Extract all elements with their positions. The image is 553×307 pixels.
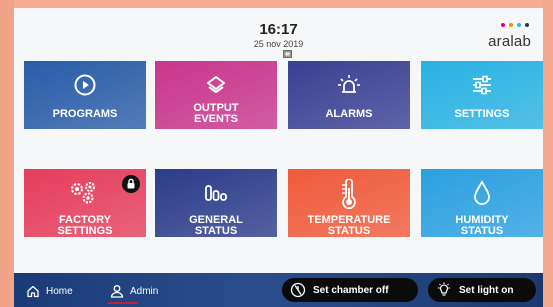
tile-label: EVENTS [193,113,238,125]
touch-screen: 16:17 25 nov 2019 aralab PROGRAMS OUTPUT… [14,8,543,307]
thermometer-icon [342,179,356,209]
bottom-nav-bar: Home Admin Set chamber off Set light on [14,273,543,307]
layers-icon [207,76,225,93]
tile-label: SETTINGS [57,225,113,237]
humidity-status-tile[interactable]: HUMIDITY STATUS [421,169,543,237]
bar-chart-icon [205,185,227,201]
sliders-icon [473,75,491,95]
tile-label: STATUS [460,225,504,237]
set-chamber-off-label: Set chamber off [313,284,389,296]
set-light-on-label: Set light on [459,284,514,296]
clock-time: 16:17 [259,21,298,38]
tile-label: ALARMS [325,107,373,120]
brand-dots [497,23,529,27]
home-label: Home [46,285,73,297]
power-off-icon [290,282,306,298]
alarm-light-icon [338,75,360,93]
home-icon [27,285,39,298]
brand-dot [517,23,521,27]
tile-label: SETTINGS [454,107,510,120]
clock-date: 25 nov 2019 [253,39,304,49]
settings-tile[interactable]: SETTINGS [421,61,543,129]
play-circle-icon [74,74,96,96]
tile-label: STATUS [194,225,238,237]
brand-dot [525,23,529,27]
set-chamber-off-button[interactable]: Set chamber off [282,278,418,302]
tile-label: PROGRAMS [52,107,118,120]
admin-active-indicator [108,302,138,304]
usb-icon [283,50,292,58]
header-bar: 16:17 25 nov 2019 aralab [14,8,543,58]
photo-background-left [0,0,14,307]
alarms-tile[interactable]: ALARMS [288,61,410,129]
light-bulb-icon [438,282,450,296]
brand-name: aralab [488,33,531,50]
admin-button[interactable]: Admin [110,283,158,299]
photo-background-top [0,0,553,8]
programs-tile[interactable]: PROGRAMS [24,61,146,129]
factory-settings-tile[interactable]: FACTORY SETTINGS [24,169,146,237]
photo-background-right [543,0,553,307]
tile-label: STATUS [327,225,371,237]
admin-label: Admin [130,285,159,297]
temperature-status-tile[interactable]: TEMPERATURE STATUS [288,169,410,237]
home-button[interactable]: Home [26,283,73,299]
output-events-tile[interactable]: OUTPUT EVENTS [155,61,277,129]
set-light-on-button[interactable]: Set light on [428,278,536,302]
brand-logo: aralab [475,17,531,51]
brand-dot [509,23,513,27]
user-icon [110,285,124,298]
gears-icon [71,182,95,204]
general-status-tile[interactable]: GENERAL STATUS [155,169,277,237]
droplet-icon [474,180,490,205]
brand-dot [501,23,505,27]
